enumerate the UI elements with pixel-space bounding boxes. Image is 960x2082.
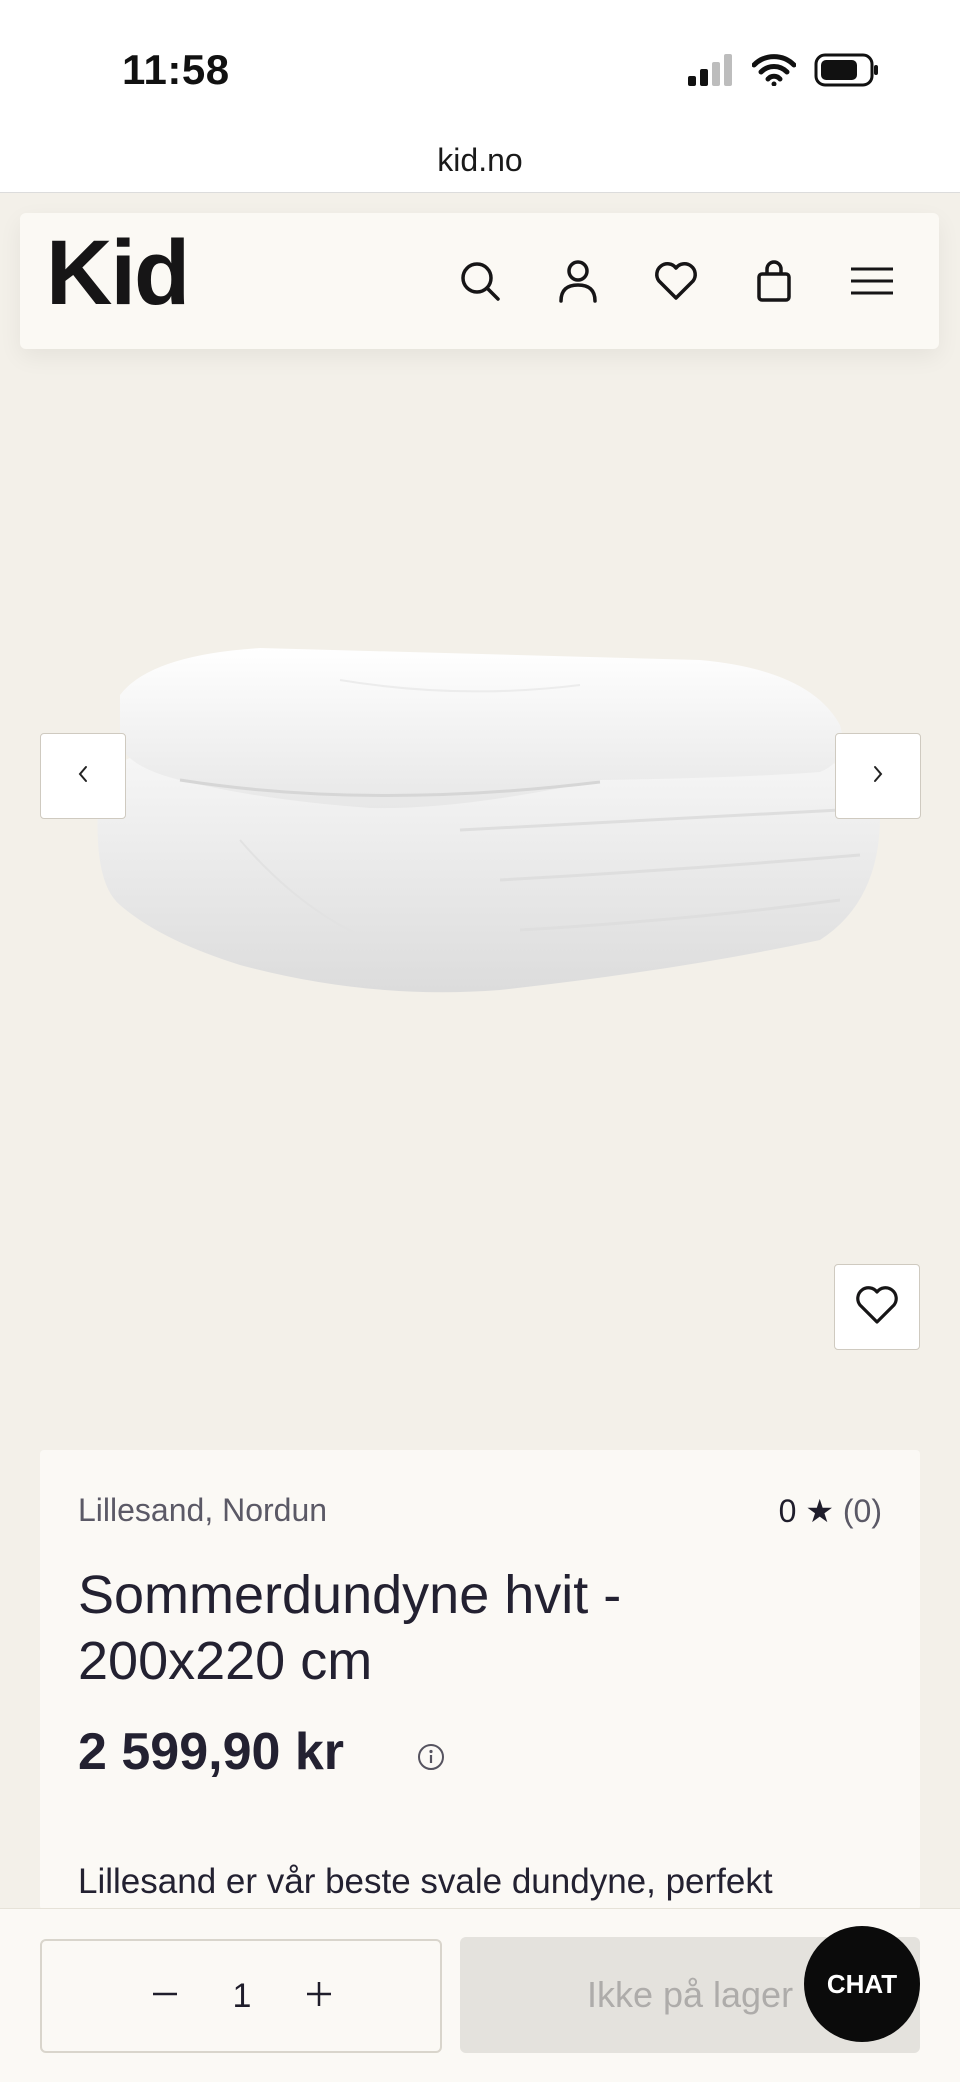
menu-icon[interactable] bbox=[844, 253, 900, 309]
chevron-left-icon bbox=[74, 762, 92, 791]
heart-icon bbox=[855, 1285, 899, 1330]
add-to-favorites-button[interactable] bbox=[834, 1264, 920, 1350]
kid-logo[interactable]: Kid bbox=[46, 221, 190, 326]
plus-icon bbox=[304, 1979, 334, 2014]
bag-icon[interactable] bbox=[746, 253, 802, 309]
gallery-next-button[interactable] bbox=[835, 733, 921, 819]
user-icon[interactable] bbox=[550, 253, 606, 309]
browser-url-bar[interactable]: kid.no bbox=[0, 128, 960, 193]
status-icons bbox=[688, 52, 880, 92]
search-icon[interactable] bbox=[452, 253, 508, 309]
quantity-decrease-button[interactable] bbox=[130, 1961, 200, 2031]
product-title: Sommerdundyne hvit - 200x220 cm bbox=[78, 1565, 622, 1691]
product-rating[interactable]: 0 ★ (0) bbox=[779, 1492, 882, 1530]
info-icon[interactable] bbox=[416, 1742, 446, 1772]
product-price: 2 599,90 kr bbox=[78, 1723, 345, 1781]
quantity-increase-button[interactable] bbox=[284, 1961, 354, 2031]
status-bar: 11:58 bbox=[0, 0, 960, 128]
duvet-image bbox=[40, 510, 920, 1040]
product-info-card: Lillesand, Nordun 0 ★ (0) Sommerdundyne … bbox=[40, 1450, 920, 1910]
gallery-prev-button[interactable] bbox=[40, 733, 126, 819]
minus-icon bbox=[150, 1979, 180, 2014]
product-brand[interactable]: Lillesand, Nordun bbox=[78, 1492, 327, 1529]
cellular-signal-icon bbox=[688, 53, 734, 91]
chevron-right-icon bbox=[869, 762, 887, 791]
heart-icon[interactable] bbox=[648, 253, 704, 309]
star-icon: ★ bbox=[805, 1493, 834, 1529]
battery-icon bbox=[814, 53, 880, 92]
wifi-icon bbox=[751, 53, 797, 91]
rating-count: (0) bbox=[842, 1493, 882, 1529]
chat-button[interactable]: CHAT bbox=[804, 1926, 920, 2042]
rating-value: 0 bbox=[778, 1493, 797, 1529]
quantity-stepper: 1 bbox=[40, 1939, 442, 2053]
product-description: Lillesand er vår beste svale dundyne, pe… bbox=[78, 1862, 773, 1901]
status-time: 11:58 bbox=[122, 46, 230, 93]
site-header: Kid bbox=[20, 213, 939, 349]
product-gallery bbox=[0, 360, 960, 1440]
quantity-value[interactable]: 1 bbox=[222, 1941, 262, 2051]
browser-url[interactable]: kid.no bbox=[437, 142, 522, 178]
